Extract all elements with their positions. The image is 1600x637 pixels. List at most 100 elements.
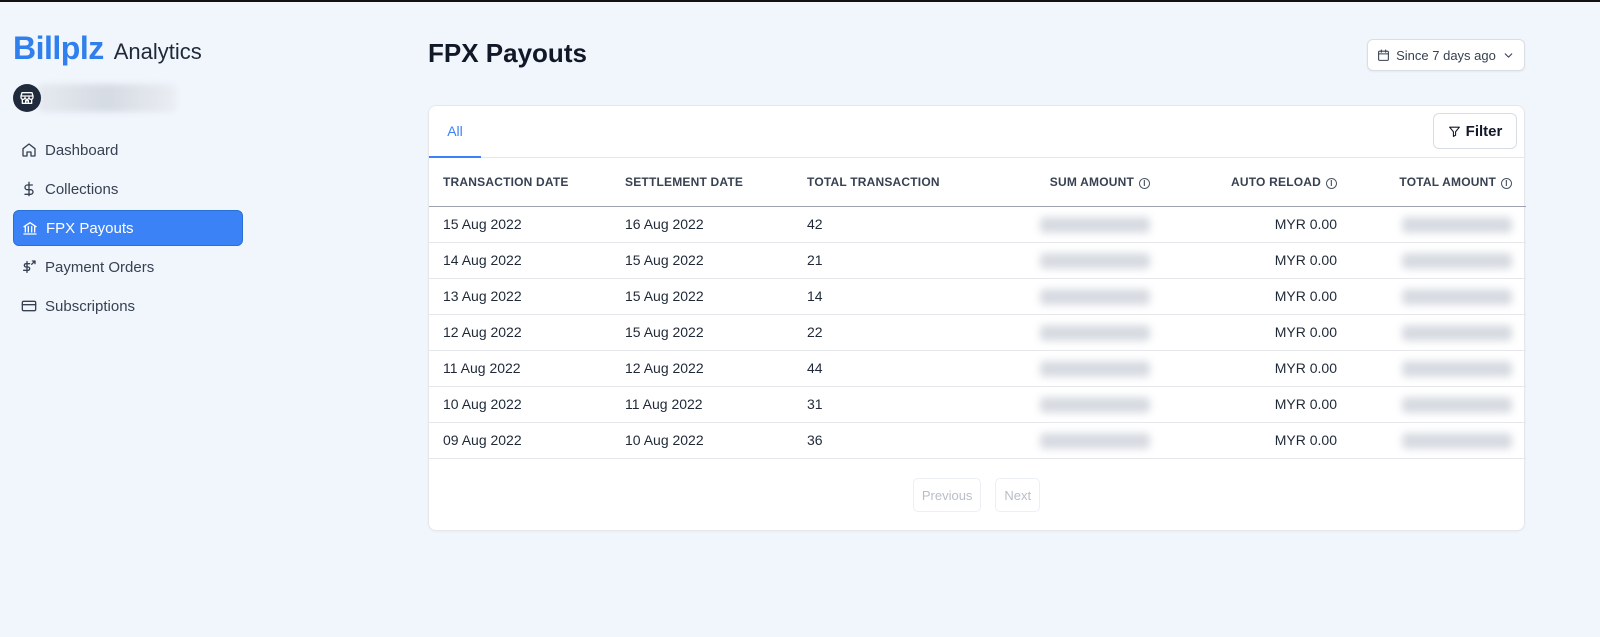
table-cell: 16 Aug 2022 xyxy=(611,206,793,243)
next-button[interactable]: Next xyxy=(995,478,1041,512)
table-cell xyxy=(983,386,1164,423)
dollar-icon xyxy=(24,181,34,197)
redacted-amount xyxy=(1040,396,1150,413)
brand-logo[interactable]: Billplz Analytics xyxy=(13,30,202,67)
sidebar-item-payment-orders[interactable]: Payment Orders xyxy=(13,249,243,285)
date-range-dropdown[interactable]: Since 7 days ago xyxy=(1367,39,1525,71)
sidebar-item-label: Dashboard xyxy=(45,141,119,159)
redacted-amount xyxy=(1040,432,1150,449)
table-cell: 36 xyxy=(793,422,983,459)
previous-button[interactable]: Previous xyxy=(912,478,982,512)
table-cell: 21 xyxy=(793,242,983,279)
payouts-table: TRANSACTION DATE SETTLEMENT DATE TOTAL T… xyxy=(429,158,1526,459)
filter-icon xyxy=(1448,126,1460,137)
table-cell: MYR 0.00 xyxy=(1164,422,1351,459)
brand-subtitle: Analytics xyxy=(113,39,202,64)
table-cell: 14 xyxy=(793,278,983,315)
table-cell xyxy=(1351,314,1526,351)
column-header[interactable]: SUM AMOUNT i xyxy=(983,158,1164,207)
sidebar-nav: Dashboard Collections FPX Payouts Paymen… xyxy=(13,132,243,327)
info-icon[interactable]: i xyxy=(1326,177,1337,189)
table-cell xyxy=(983,278,1164,315)
filter-label: Filter xyxy=(1465,122,1503,140)
sidebar: Billplz Analytics Dashboard Collections … xyxy=(0,2,260,637)
info-icon[interactable]: i xyxy=(1501,177,1512,189)
info-icon[interactable]: i xyxy=(1139,177,1150,189)
table-row: 12 Aug 2022 15 Aug 2022 22 MYR 0.00 xyxy=(429,314,1526,351)
table-cell xyxy=(1351,350,1526,387)
table-cell: MYR 0.00 xyxy=(1164,242,1351,279)
table-cell xyxy=(983,314,1164,351)
table-cell: 12 Aug 2022 xyxy=(611,350,793,387)
bank-icon xyxy=(23,222,37,235)
table-cell: 10 Aug 2022 xyxy=(429,386,611,423)
table-row: 11 Aug 2022 12 Aug 2022 44 MYR 0.00 xyxy=(429,350,1526,387)
table-cell xyxy=(1351,386,1526,423)
table-row: 15 Aug 2022 16 Aug 2022 42 MYR 0.00 xyxy=(429,206,1526,243)
redacted-amount xyxy=(1040,324,1150,341)
table-cell xyxy=(1351,206,1526,243)
table-cell xyxy=(983,350,1164,387)
tab-all[interactable]: All xyxy=(429,106,481,158)
table-cell xyxy=(1351,422,1526,459)
table-cell xyxy=(983,206,1164,243)
column-header[interactable]: AUTO RELOAD i xyxy=(1164,158,1351,207)
calendar-icon xyxy=(1378,49,1390,61)
table-cell: 44 xyxy=(793,350,983,387)
table-cell: 09 Aug 2022 xyxy=(429,422,611,459)
table-cell xyxy=(983,242,1164,279)
table-cell: 22 xyxy=(793,314,983,351)
payouts-card: All Filter TRANSACTION DATE SETTLEMENT D… xyxy=(428,105,1526,531)
table-cell: 15 Aug 2022 xyxy=(611,314,793,351)
table-cell: 13 Aug 2022 xyxy=(429,278,611,315)
column-header[interactable]: TOTAL AMOUNT i xyxy=(1351,158,1526,207)
table-cell xyxy=(1351,242,1526,279)
redacted-amount xyxy=(1402,252,1512,269)
table-row: 14 Aug 2022 15 Aug 2022 21 MYR 0.00 xyxy=(429,242,1526,279)
table-cell: 10 Aug 2022 xyxy=(611,422,793,459)
table-cell: 14 Aug 2022 xyxy=(429,242,611,279)
sidebar-item-label: FPX Payouts xyxy=(46,219,134,237)
sidebar-item-subscriptions[interactable]: Subscriptions xyxy=(13,288,243,324)
store-icon xyxy=(13,84,41,112)
redacted-amount xyxy=(1040,360,1150,377)
table-cell: 31 xyxy=(793,386,983,423)
redacted-amount xyxy=(1402,360,1512,377)
table-row: 09 Aug 2022 10 Aug 2022 36 MYR 0.00 xyxy=(429,422,1526,459)
sidebar-item-collections[interactable]: Collections xyxy=(13,171,243,207)
tab-bar: All Filter xyxy=(429,106,1524,158)
table-header-row: TRANSACTION DATE SETTLEMENT DATE TOTAL T… xyxy=(429,158,1526,207)
table-cell xyxy=(983,422,1164,459)
redacted-amount xyxy=(1402,396,1512,413)
redacted-amount xyxy=(1040,288,1150,305)
sidebar-item-label: Subscriptions xyxy=(45,297,136,315)
filter-button[interactable]: Filter xyxy=(1433,113,1517,149)
redacted-amount xyxy=(1040,216,1150,233)
credit-card-icon xyxy=(21,300,37,312)
redacted-amount xyxy=(1402,216,1512,233)
table-cell: MYR 0.00 xyxy=(1164,206,1351,243)
column-header[interactable]: TOTAL TRANSACTION xyxy=(793,158,983,207)
table-cell: 15 Aug 2022 xyxy=(429,206,611,243)
table-row: 13 Aug 2022 15 Aug 2022 14 MYR 0.00 xyxy=(429,278,1526,315)
redacted-amount xyxy=(1040,252,1150,269)
table-cell: 42 xyxy=(793,206,983,243)
column-header[interactable]: TRANSACTION DATE xyxy=(429,158,611,207)
sidebar-item-fpx-payouts[interactable]: FPX Payouts xyxy=(13,210,243,246)
dollar-transfer-icon xyxy=(23,260,36,273)
table-cell: 15 Aug 2022 xyxy=(611,278,793,315)
table-cell: MYR 0.00 xyxy=(1164,350,1351,387)
table-row: 10 Aug 2022 11 Aug 2022 31 MYR 0.00 xyxy=(429,386,1526,423)
table-cell xyxy=(1351,278,1526,315)
table-cell: MYR 0.00 xyxy=(1164,278,1351,315)
brand-name: Billplz xyxy=(13,30,104,66)
table-cell: 12 Aug 2022 xyxy=(429,314,611,351)
account-switcher[interactable] xyxy=(13,84,177,112)
home-icon xyxy=(22,143,36,157)
sidebar-item-dashboard[interactable]: Dashboard xyxy=(13,132,243,168)
table-cell: 15 Aug 2022 xyxy=(611,242,793,279)
account-name-redacted xyxy=(37,84,177,112)
column-header[interactable]: SETTLEMENT DATE xyxy=(611,158,793,207)
table-cell: MYR 0.00 xyxy=(1164,386,1351,423)
table-cell: MYR 0.00 xyxy=(1164,314,1351,351)
